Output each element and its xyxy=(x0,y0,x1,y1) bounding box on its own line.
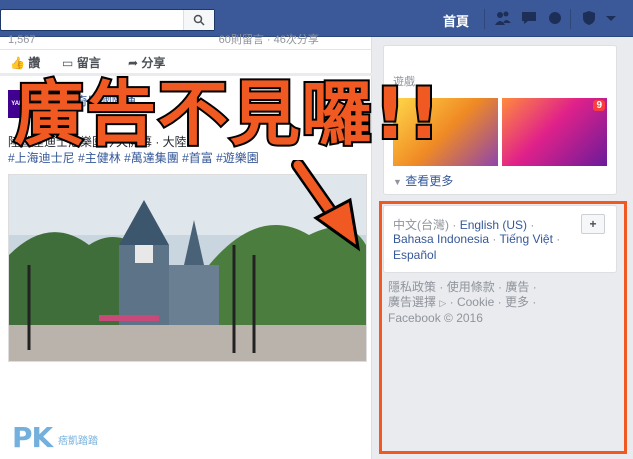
nav-divider xyxy=(570,9,571,29)
search-icon xyxy=(193,14,205,26)
see-more-label: 查看更多 xyxy=(405,174,454,188)
reaction-summary[interactable]: 1,567 60則留言 · 46次分享 xyxy=(8,31,319,47)
search-input[interactable] xyxy=(0,9,215,31)
notifications-icon[interactable] xyxy=(546,10,564,26)
watermark-logo: PK xyxy=(12,421,53,454)
search-button[interactable] xyxy=(183,10,214,30)
messages-icon[interactable] xyxy=(520,10,538,26)
notification-badge: 9 xyxy=(593,100,605,111)
game-tile-candy-crush[interactable]: 9 xyxy=(502,98,607,166)
chevron-down-icon: ▼ xyxy=(393,177,402,187)
nav-divider xyxy=(484,9,485,29)
account-menu-chevron-icon[interactable] xyxy=(604,10,618,26)
comment-share-count[interactable]: 60則留言 · 46次分享 xyxy=(219,34,319,46)
reaction-count: 1,567 xyxy=(8,34,36,46)
highlight-box xyxy=(379,201,627,454)
overlay-headline: 廣告不見囉!! xyxy=(12,71,442,157)
privacy-shortcuts-icon[interactable] xyxy=(580,10,598,26)
see-more-link[interactable]: ▼ 查看更多 xyxy=(393,172,453,189)
home-link[interactable]: 首頁 xyxy=(443,11,469,30)
pointer-arrow-icon xyxy=(291,160,361,252)
watermark-text: 痞凱踏踏 xyxy=(58,436,98,447)
friend-requests-icon[interactable] xyxy=(494,10,512,26)
